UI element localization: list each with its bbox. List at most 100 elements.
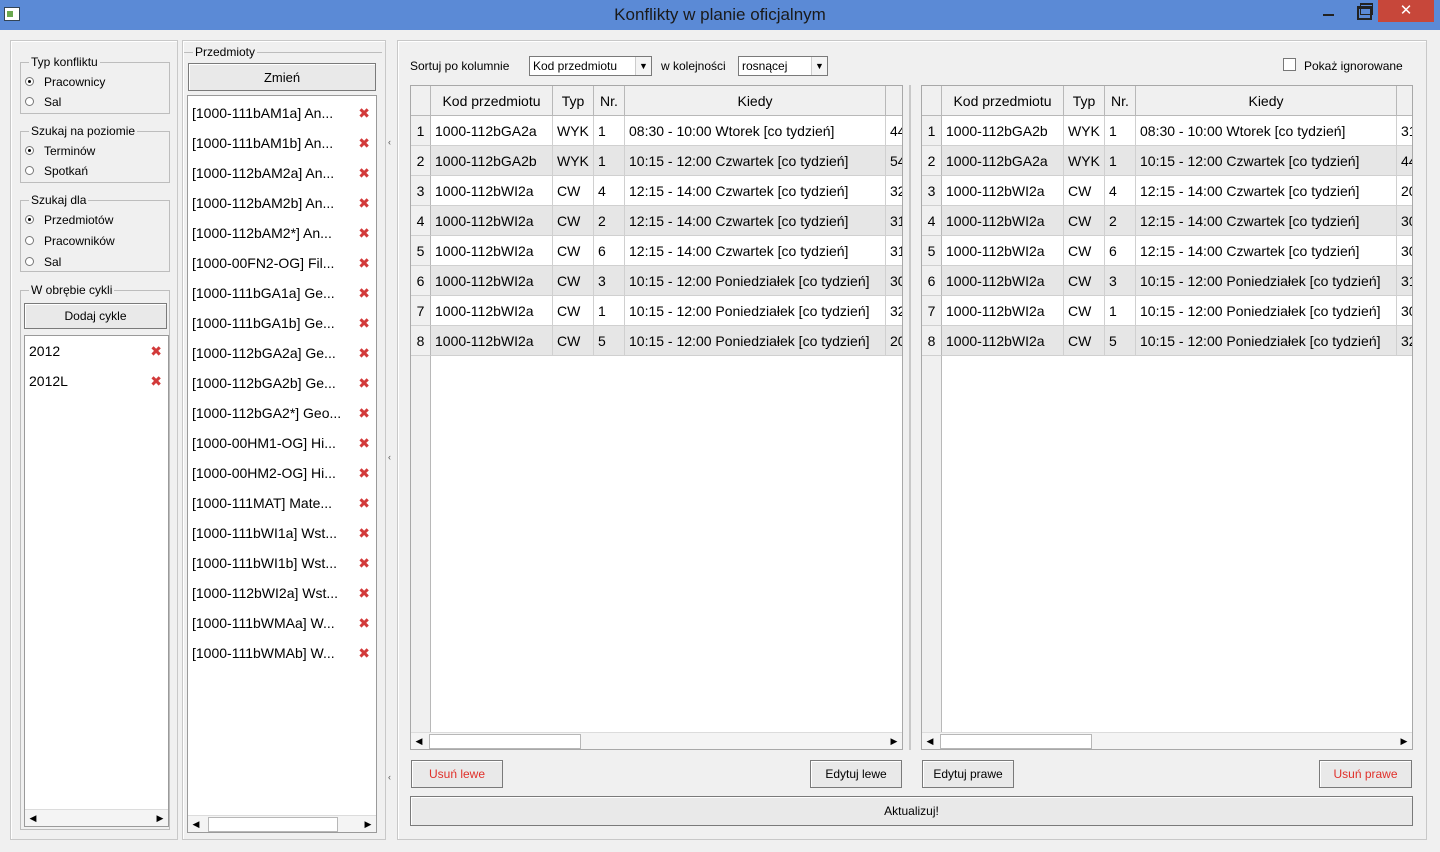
table-cell[interactable]: 1000-112bWI2a xyxy=(431,206,553,236)
sort-column-select[interactable]: Kod przedmiotu ▼ xyxy=(529,56,652,76)
table-cell[interactable]: 1000-112bWI2a xyxy=(431,266,553,296)
table-cell[interactable]: 4 xyxy=(594,176,625,206)
subject-item[interactable]: [1000-111bAM1a] An... ✖ xyxy=(192,101,372,125)
table-cell[interactable]: 30 xyxy=(1397,296,1412,326)
remove-icon[interactable]: ✖ xyxy=(358,311,370,335)
table-cell[interactable]: CW xyxy=(1064,266,1105,296)
table-cell[interactable]: 12:15 - 14:00 Czwartek [co tydzień] xyxy=(1136,176,1397,206)
table-cell[interactable]: 44 xyxy=(1397,146,1412,176)
table-corner[interactable] xyxy=(922,86,942,116)
table-cell[interactable]: 4 xyxy=(1105,176,1136,206)
row-header[interactable]: 5 xyxy=(411,236,431,266)
table-cell[interactable]: 1000-112bWI2a xyxy=(431,176,553,206)
table-cell[interactable]: 1000-112bWI2a xyxy=(431,326,553,356)
remove-icon[interactable]: ✖ xyxy=(358,401,370,425)
scroll-right-icon[interactable]: ▶ xyxy=(152,810,168,826)
table-cell[interactable]: 1 xyxy=(1105,116,1136,146)
table-cell[interactable]: 1 xyxy=(594,146,625,176)
scroll-thumb[interactable] xyxy=(940,734,1092,749)
cycle-item[interactable]: 2012 ✖ xyxy=(29,339,164,363)
table-cell[interactable]: 12:15 - 14:00 Czwartek [co tydzień] xyxy=(625,176,886,206)
table-cell[interactable]: 08:30 - 10:00 Wtorek [co tydzień] xyxy=(1136,116,1397,146)
row-header[interactable]: 7 xyxy=(411,296,431,326)
table-cell[interactable]: 1 xyxy=(594,296,625,326)
row-header[interactable]: 6 xyxy=(922,266,942,296)
table-cell[interactable]: 30 xyxy=(1397,236,1412,266)
radio-dot[interactable] xyxy=(25,77,34,86)
table-cell[interactable]: 20 xyxy=(1397,176,1412,206)
minimize-button[interactable] xyxy=(1314,0,1344,22)
row-header[interactable]: 3 xyxy=(922,176,942,206)
remove-icon[interactable]: ✖ xyxy=(358,221,370,245)
table-cell[interactable]: 6 xyxy=(1105,236,1136,266)
dropdown-arrow-icon[interactable]: ▼ xyxy=(635,57,651,75)
table-cell[interactable]: 30 xyxy=(886,266,902,296)
subject-item[interactable]: [1000-112bGA2*] Geo... ✖ xyxy=(192,401,372,425)
subject-item[interactable]: [1000-111bWMAb] W... ✖ xyxy=(192,641,372,665)
table-cell[interactable]: 20 xyxy=(886,326,902,356)
table-cell[interactable]: 3 xyxy=(1105,266,1136,296)
table-cell[interactable]: 10:15 - 12:00 Poniedziałek [co tydzień] xyxy=(625,326,886,356)
table-cell[interactable]: 1000-112bWI2a xyxy=(942,326,1064,356)
table-cell[interactable]: CW xyxy=(1064,206,1105,236)
add-cycles-button[interactable]: Dodaj cykle xyxy=(24,303,167,329)
remove-icon[interactable]: ✖ xyxy=(150,339,162,363)
refresh-button[interactable]: Aktualizuj! xyxy=(410,796,1413,826)
column-header[interactable]: Kiedy xyxy=(1136,86,1397,116)
sort-order-select[interactable]: rosnącej ▼ xyxy=(738,56,828,76)
subject-item[interactable]: [1000-111MAT] Mate... ✖ xyxy=(192,491,372,515)
table-cell[interactable]: 10:15 - 12:00 Poniedziałek [co tydzień] xyxy=(625,296,886,326)
subject-item[interactable]: [1000-112bAM2*] An... ✖ xyxy=(192,221,372,245)
subject-item[interactable]: [1000-111bAM1b] An... ✖ xyxy=(192,131,372,155)
table-cell[interactable]: 12:15 - 14:00 Czwartek [co tydzień] xyxy=(625,236,886,266)
remove-icon[interactable]: ✖ xyxy=(358,131,370,155)
remove-icon[interactable]: ✖ xyxy=(358,431,370,455)
table-cell[interactable]: 6 xyxy=(594,236,625,266)
radio-dot[interactable] xyxy=(25,166,34,175)
table-cell[interactable]: CW xyxy=(1064,236,1105,266)
row-header[interactable]: 1 xyxy=(922,116,942,146)
subject-item[interactable]: [1000-111bWMAa] W... ✖ xyxy=(192,611,372,635)
table-cell[interactable]: 1000-112bWI2a xyxy=(431,236,553,266)
row-header[interactable]: 7 xyxy=(922,296,942,326)
table-cell[interactable]: 31 xyxy=(1397,266,1412,296)
scroll-thumb[interactable] xyxy=(429,734,581,749)
table-cell[interactable]: 1 xyxy=(1105,146,1136,176)
table-cell[interactable]: 44 xyxy=(886,116,902,146)
close-button[interactable]: ✕ xyxy=(1378,0,1434,22)
table-hscrollbar[interactable]: ◀ ▶ xyxy=(411,732,902,749)
radio-dot[interactable] xyxy=(25,215,34,224)
remove-icon[interactable]: ✖ xyxy=(358,371,370,395)
scroll-right-icon[interactable]: ▶ xyxy=(886,733,902,749)
remove-icon[interactable]: ✖ xyxy=(358,251,370,275)
table-cell[interactable]: 1000-112bWI2a xyxy=(942,296,1064,326)
edit-right-button[interactable]: Edytuj prawe xyxy=(922,760,1014,788)
radio-dot[interactable] xyxy=(25,257,34,266)
subject-item[interactable]: [1000-112bAM2b] An... ✖ xyxy=(192,191,372,215)
column-header[interactable] xyxy=(1397,86,1412,116)
subject-item[interactable]: [1000-111bGA1a] Ge... ✖ xyxy=(192,281,372,305)
table-cell[interactable]: 5 xyxy=(1105,326,1136,356)
table-cell[interactable]: 12:15 - 14:00 Czwartek [co tydzień] xyxy=(1136,206,1397,236)
table-cell[interactable]: 1000-112bWI2a xyxy=(431,296,553,326)
scroll-left-icon[interactable]: ◀ xyxy=(188,816,204,832)
row-header[interactable]: 5 xyxy=(922,236,942,266)
table-cell[interactable]: 1000-112bWI2a xyxy=(942,176,1064,206)
table-cell[interactable]: WYK xyxy=(1064,116,1105,146)
column-header[interactable]: Kiedy xyxy=(625,86,886,116)
column-header[interactable] xyxy=(886,86,902,116)
table-cell[interactable]: WYK xyxy=(553,116,594,146)
table-cell[interactable]: CW xyxy=(1064,326,1105,356)
row-header[interactable]: 2 xyxy=(922,146,942,176)
table-cell[interactable]: 32 xyxy=(886,176,902,206)
cycle-item[interactable]: 2012L ✖ xyxy=(29,369,164,393)
remove-right-button[interactable]: Usuń prawe xyxy=(1319,760,1412,788)
remove-icon[interactable]: ✖ xyxy=(358,581,370,605)
table-cell[interactable]: 1000-112bGA2a xyxy=(942,146,1064,176)
table-cell[interactable]: 2 xyxy=(1105,206,1136,236)
table-cell[interactable]: 32 xyxy=(1397,326,1412,356)
remove-icon[interactable]: ✖ xyxy=(358,161,370,185)
row-header[interactable]: 1 xyxy=(411,116,431,146)
table-cell[interactable]: 31 xyxy=(886,206,902,236)
remove-left-button[interactable]: Usuń lewe xyxy=(411,760,503,788)
